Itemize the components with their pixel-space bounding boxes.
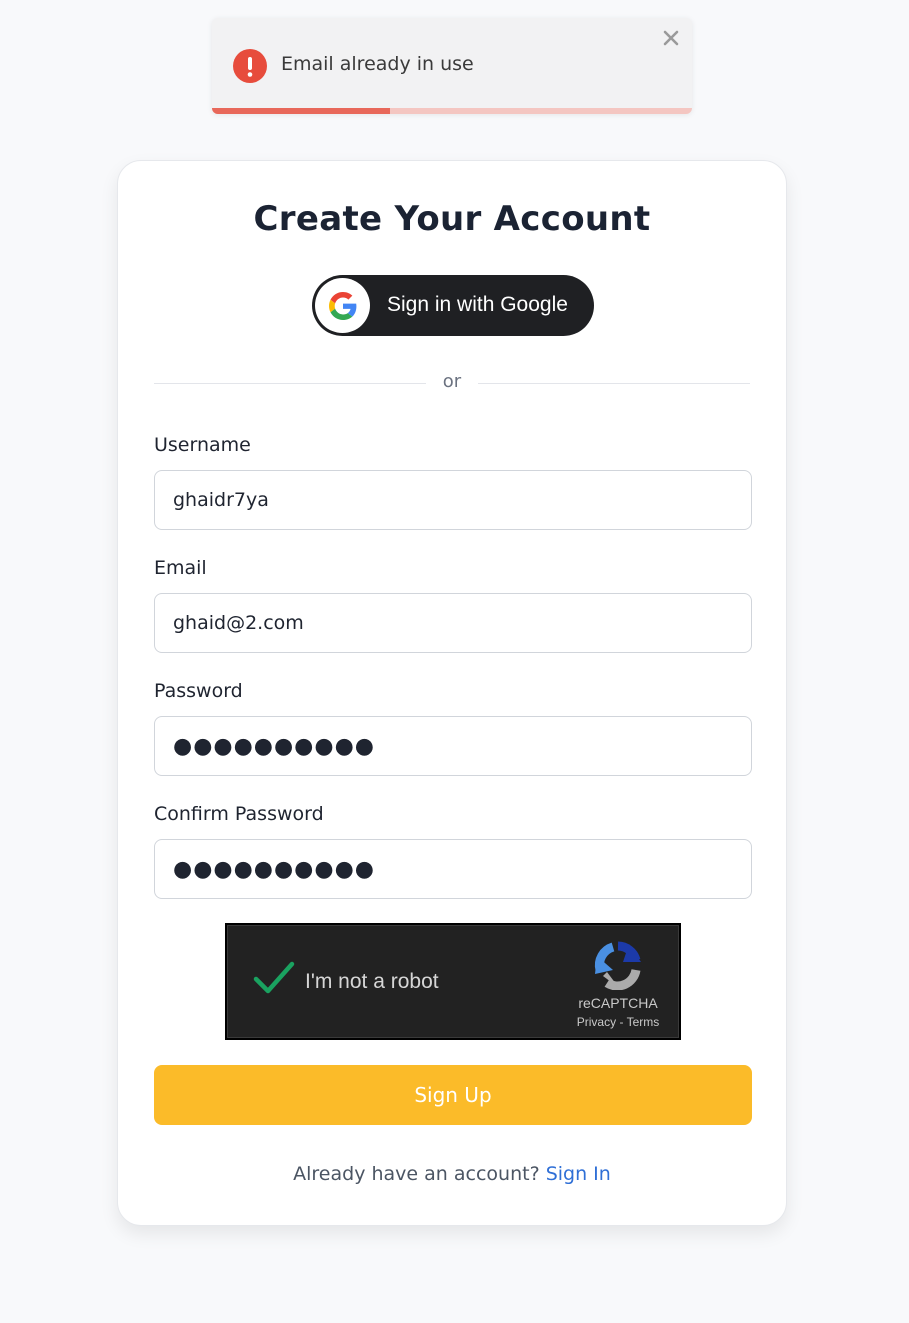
divider-text: or (442, 371, 462, 392)
signin-prompt-text: Already have an account? (293, 1163, 540, 1185)
recaptcha-links: Privacy - Terms (558, 1015, 678, 1029)
error-toast: Email already in use (212, 18, 692, 114)
divider-line-right (478, 383, 750, 384)
recaptcha-brand: reCAPTCHA (578, 995, 658, 1011)
signup-button[interactable]: Sign Up (154, 1065, 752, 1125)
password-label: Password (154, 680, 243, 702)
google-signin-label: Sign in with Google (387, 293, 568, 316)
recaptcha-terms-link[interactable]: Terms (627, 1015, 660, 1029)
or-divider: or (154, 371, 750, 397)
password-input[interactable] (154, 716, 752, 776)
toast-message: Email already in use (281, 53, 474, 75)
email-input[interactable] (154, 593, 752, 653)
checkmark-icon[interactable] (252, 958, 296, 998)
recaptcha-logo-icon (593, 940, 643, 991)
close-icon[interactable] (660, 27, 682, 49)
recaptcha-widget: I'm not a robot reCAPTCHA Privacy - Term… (225, 923, 681, 1040)
toast-progress-fill (212, 108, 390, 114)
recaptcha-link-separator: - (616, 1015, 627, 1029)
signup-card: Create Your Account Sign in with Google … (117, 160, 787, 1226)
confirm-password-label: Confirm Password (154, 803, 324, 825)
username-label: Username (154, 434, 251, 456)
recaptcha-box: I'm not a robot reCAPTCHA Privacy - Term… (227, 925, 679, 1038)
toast-progress-bar (212, 108, 692, 114)
signin-prompt: Already have an account? Sign In (118, 1163, 786, 1185)
username-input[interactable] (154, 470, 752, 530)
recaptcha-label: I'm not a robot (305, 970, 439, 993)
recaptcha-privacy-link[interactable]: Privacy (577, 1015, 616, 1029)
google-signin-button[interactable]: Sign in with Google (312, 275, 594, 336)
signin-link[interactable]: Sign In (546, 1163, 611, 1185)
email-label: Email (154, 557, 207, 579)
confirm-password-input[interactable] (154, 839, 752, 899)
error-icon (233, 49, 267, 83)
google-logo-icon (315, 278, 370, 333)
page-title: Create Your Account (253, 199, 651, 239)
